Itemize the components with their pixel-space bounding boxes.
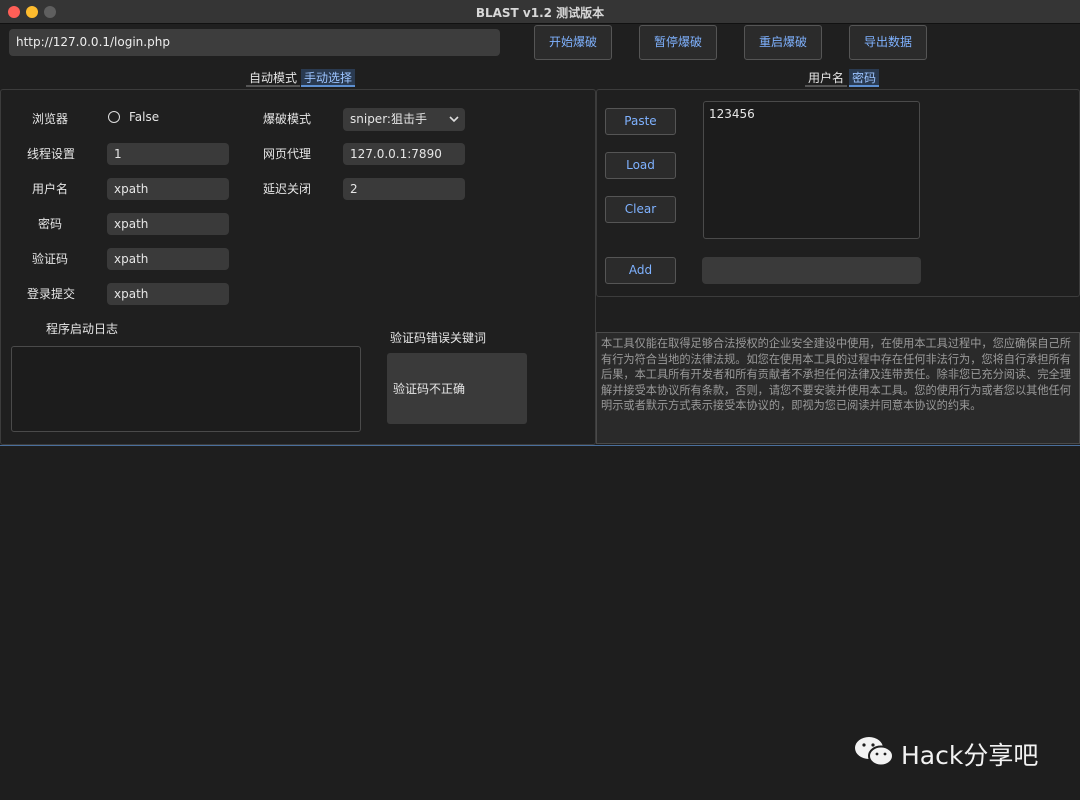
- mode-select-value: sniper:狙击手: [350, 112, 427, 126]
- clear-button[interactable]: Clear: [605, 196, 676, 223]
- delay-input[interactable]: 2: [343, 178, 465, 200]
- submit-label: 登录提交: [27, 287, 76, 301]
- log-label: 程序启动日志: [46, 322, 119, 336]
- mode-select[interactable]: sniper:狙击手: [343, 108, 465, 131]
- title-bar: BLAST v1.2 测试版本: [0, 0, 1080, 24]
- proxy-input[interactable]: 127.0.0.1:7890: [343, 143, 465, 165]
- log-textarea[interactable]: [11, 346, 361, 432]
- browser-value: False: [129, 110, 160, 124]
- captcha-label: 验证码: [32, 252, 69, 266]
- disclaimer-text: 本工具仅能在取得足够合法授权的企业安全建设中使用，在使用本工具过程中，您应确保自…: [596, 332, 1080, 444]
- captcha-xpath-input[interactable]: xpath: [107, 248, 229, 270]
- url-input[interactable]: http://127.0.0.1/login.php: [9, 29, 500, 56]
- pause-attack-button[interactable]: 暂停爆破: [639, 25, 717, 60]
- captcha-error-label: 验证码错误关键词: [390, 331, 487, 345]
- tab-manual-select[interactable]: 手动选择: [301, 69, 356, 87]
- add-entry-input[interactable]: [702, 257, 921, 284]
- username-label: 用户名: [32, 182, 69, 196]
- watermark-text: Hack分享吧: [901, 741, 1039, 770]
- delay-label: 延迟关闭: [263, 182, 312, 196]
- username-xpath-input[interactable]: xpath: [107, 178, 229, 200]
- proxy-label: 网页代理: [263, 147, 312, 161]
- chevron-down-icon: [449, 116, 459, 123]
- export-data-button[interactable]: 导出数据: [849, 25, 927, 60]
- tab-password[interactable]: 密码: [849, 69, 880, 87]
- mode-label: 爆破模式: [263, 112, 312, 126]
- load-button[interactable]: Load: [605, 152, 676, 179]
- tab-username[interactable]: 用户名: [805, 69, 848, 87]
- browser-label: 浏览器: [32, 112, 69, 126]
- password-label: 密码: [38, 217, 63, 231]
- paste-button[interactable]: Paste: [605, 108, 676, 135]
- threads-label: 线程设置: [27, 147, 76, 161]
- add-button[interactable]: Add: [605, 257, 676, 284]
- password-xpath-input[interactable]: xpath: [107, 213, 229, 235]
- dictionary-list[interactable]: 123456: [703, 101, 920, 239]
- tab-auto-mode[interactable]: 自动模式: [246, 69, 301, 87]
- window-title: BLAST v1.2 测试版本: [475, 6, 605, 20]
- wechat-icon: [855, 737, 894, 767]
- captcha-error-input[interactable]: 验证码不正确: [387, 353, 527, 424]
- start-attack-button[interactable]: 开始爆破: [534, 25, 612, 60]
- watermark: Hack分享吧: [853, 732, 1053, 772]
- browser-radio[interactable]: [108, 111, 120, 123]
- threads-input[interactable]: 1: [107, 143, 229, 165]
- submit-xpath-input[interactable]: xpath: [107, 283, 229, 305]
- restart-attack-button[interactable]: 重启爆破: [744, 25, 822, 60]
